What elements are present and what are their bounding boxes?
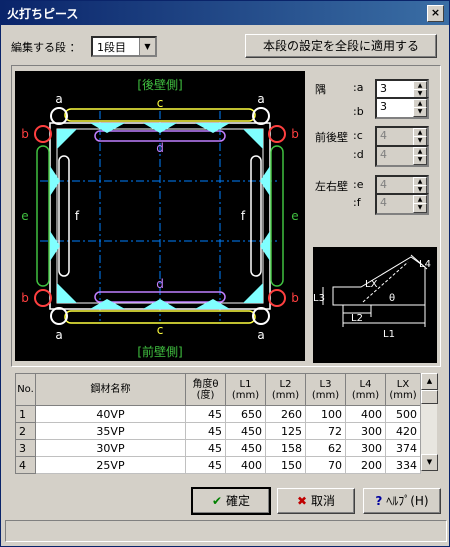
title-bar[interactable]: 火打ちピース × bbox=[1, 1, 449, 25]
label-b-bl: b bbox=[21, 291, 29, 305]
table-row[interactable]: 4 25VP 45 400 150 70 200 334 bbox=[15, 456, 421, 474]
label-d-bottom: d bbox=[156, 277, 164, 291]
label-b-tr: b bbox=[291, 127, 299, 141]
label-d-top: d bbox=[156, 141, 164, 155]
dim-l2: L2 bbox=[351, 313, 363, 324]
param-c-key: :c bbox=[353, 129, 363, 142]
edit-stage-label: 編集する段 ： bbox=[11, 41, 81, 54]
param-f-key: :f bbox=[353, 196, 361, 209]
ok-label: 確定 bbox=[225, 494, 250, 508]
col-header-l4[interactable]: L4 (mm) bbox=[345, 373, 386, 406]
dialog-window: 火打ちピース × 編集する段 ： 1段目 ▼ 本段の設定を全段に適用する [後壁… bbox=[0, 0, 450, 547]
col-header-lx[interactable]: LX (mm) bbox=[385, 373, 421, 406]
table-scrollbar[interactable]: ▲ ▼ bbox=[420, 373, 438, 471]
left-right-label: 左右壁 bbox=[315, 180, 348, 193]
corner-label: 隅 bbox=[315, 83, 326, 96]
close-icon: ✖ bbox=[297, 494, 308, 508]
param-d-value: 4 bbox=[380, 148, 387, 161]
dim-l3: L3 bbox=[313, 293, 325, 304]
table-row[interactable]: 3 30VP 45 450 158 62 300 374 bbox=[15, 439, 421, 457]
spin-down-icon[interactable]: ▼ bbox=[413, 203, 427, 213]
param-d-spinner[interactable]: 4 ▲ ▼ bbox=[375, 145, 429, 167]
dim-theta: θ bbox=[389, 293, 395, 304]
chevron-down-icon[interactable]: ▼ bbox=[139, 38, 155, 55]
param-d-key: :d bbox=[353, 148, 364, 161]
brace-diagram: L1 L2 L3 L4 LX θ bbox=[313, 247, 437, 363]
apply-all-button[interactable]: 本段の設定を全段に適用する bbox=[245, 34, 437, 58]
param-b-spinner[interactable]: 3 ▲ ▼ bbox=[375, 97, 429, 119]
scroll-thumb[interactable] bbox=[421, 390, 438, 404]
ok-button[interactable]: ✔ 確定 bbox=[191, 487, 271, 515]
label-c-top: c bbox=[157, 96, 164, 110]
cancel-button[interactable]: ✖ 取消 bbox=[277, 488, 355, 514]
label-a-bl: a bbox=[55, 328, 62, 342]
col-header-l3[interactable]: L3 (mm) bbox=[305, 373, 346, 406]
param-a-key: :a bbox=[353, 81, 364, 94]
spin-down-icon[interactable]: ▼ bbox=[413, 107, 427, 117]
param-c-value: 4 bbox=[380, 129, 387, 142]
scroll-down-icon[interactable]: ▼ bbox=[421, 454, 438, 471]
stage-select[interactable]: 1段目 ▼ bbox=[91, 36, 157, 57]
scroll-up-icon[interactable]: ▲ bbox=[421, 373, 438, 390]
param-b-value: 3 bbox=[380, 100, 387, 113]
window-title: 火打ちピース bbox=[7, 7, 79, 21]
label-b-br: b bbox=[291, 291, 299, 305]
col-header-name[interactable]: 鋼材名称 bbox=[35, 373, 186, 406]
col-header-l1[interactable]: L1 (mm) bbox=[225, 373, 266, 406]
param-e-value: 4 bbox=[380, 178, 387, 191]
param-f-value: 4 bbox=[380, 196, 387, 209]
param-a-value: 3 bbox=[380, 82, 387, 95]
plan-drawing: [後壁側] [前壁側] a a a a b b b b c c d d e e … bbox=[15, 71, 305, 361]
col-header-angle[interactable]: 角度θ (度) bbox=[185, 373, 226, 406]
stage-select-value: 1段目 bbox=[97, 41, 126, 54]
dim-l4: L4 bbox=[419, 259, 431, 270]
col-header-l2[interactable]: L2 (mm) bbox=[265, 373, 306, 406]
help-button[interactable]: ? ﾍﾙﾌﾟ(H) bbox=[363, 488, 441, 514]
param-b-key: :b bbox=[353, 105, 364, 118]
status-bar bbox=[5, 520, 447, 542]
dim-l1: L1 bbox=[383, 329, 395, 340]
label-a-tr: a bbox=[257, 92, 264, 106]
help-label: ﾍﾙﾌﾟ(H) bbox=[386, 494, 429, 508]
label-a-br: a bbox=[257, 328, 264, 342]
close-button[interactable]: × bbox=[427, 5, 444, 22]
help-icon: ? bbox=[375, 494, 383, 508]
front-wall-label: [前壁側] bbox=[137, 344, 182, 359]
col-header-no[interactable]: No. bbox=[15, 373, 36, 406]
param-e-key: :e bbox=[353, 178, 364, 191]
label-b-tl: b bbox=[21, 127, 29, 141]
label-c-bottom: c bbox=[157, 323, 164, 337]
label-e-right: e bbox=[291, 209, 298, 223]
front-back-label: 前後壁 bbox=[315, 131, 348, 144]
param-f-spinner[interactable]: 4 ▲ ▼ bbox=[375, 193, 429, 215]
cancel-label: 取消 bbox=[310, 494, 335, 508]
dim-lx: LX bbox=[365, 279, 378, 290]
check-icon: ✔ bbox=[212, 494, 223, 508]
label-a-tl: a bbox=[55, 92, 62, 106]
steel-table: No. 鋼材名称 角度θ (度) L1 (mm) L2 (mm) L3 (mm) L4(… bbox=[15, 373, 421, 474]
label-e-left: e bbox=[21, 209, 28, 223]
table-row[interactable]: 1 40VP 45 650 260 100 400 500 bbox=[15, 405, 421, 423]
table-row[interactable]: 2 35VP 45 450 125 72 300 420 bbox=[15, 422, 421, 440]
spin-down-icon[interactable]: ▼ bbox=[413, 155, 427, 165]
rear-wall-label: [後壁側] bbox=[137, 77, 182, 92]
